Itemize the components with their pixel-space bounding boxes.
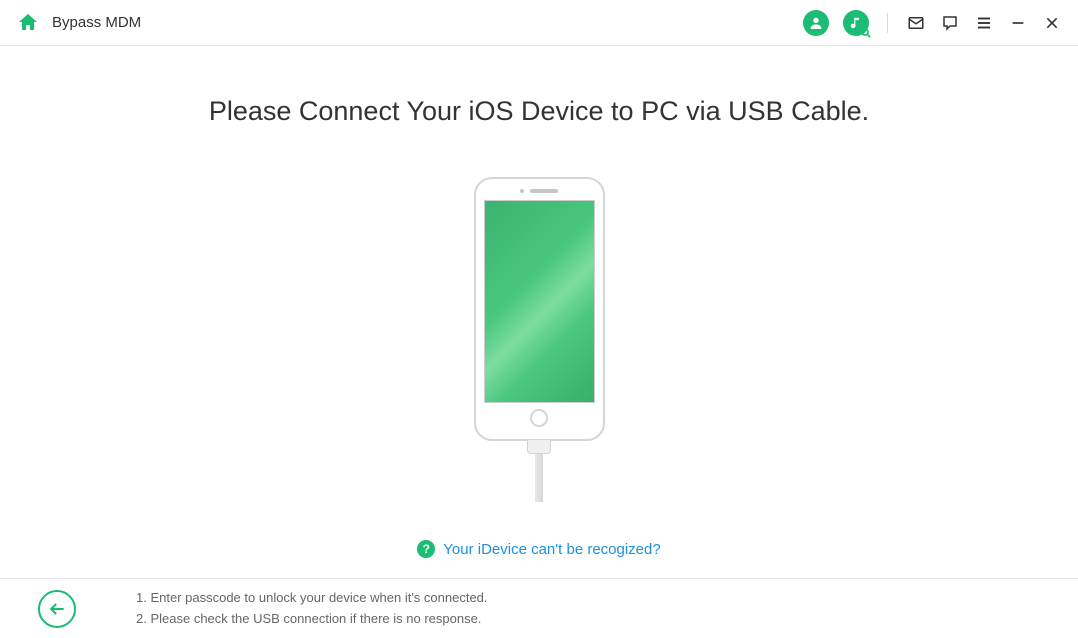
instruction-step-1: 1. Enter passcode to unlock your device … [136,588,488,609]
footer: 1. Enter passcode to unlock your device … [0,578,1078,638]
music-search-icon[interactable] [843,10,869,36]
usb-connector [527,440,551,454]
phone-camera-dot [520,189,524,193]
instruction-step-2: 2. Please check the USB connection if th… [136,609,488,630]
feedback-icon[interactable] [940,13,960,33]
usb-cable [535,454,543,502]
titlebar-divider [887,13,888,33]
help-link[interactable]: ? Your iDevice can't be recogized? [417,540,660,558]
app-title: Bypass MDM [52,14,141,31]
titlebar: Bypass MDM [0,0,1078,46]
main-heading: Please Connect Your iOS Device to PC via… [209,96,869,127]
phone-speaker [530,189,558,193]
phone-speaker-area [520,189,558,193]
menu-icon[interactable] [974,13,994,33]
account-icon[interactable] [803,10,829,36]
help-link-text: Your iDevice can't be recogized? [443,541,660,558]
footer-instructions: 1. Enter passcode to unlock your device … [136,588,488,630]
phone-home-button [530,409,548,427]
mail-icon[interactable] [906,13,926,33]
titlebar-right [803,10,1062,36]
phone-outline [474,177,605,441]
device-illustration [474,177,605,502]
main-content: Please Connect Your iOS Device to PC via… [0,46,1078,578]
back-button[interactable] [38,590,76,628]
titlebar-left: Bypass MDM [16,11,141,35]
question-mark-icon: ? [417,540,435,558]
close-icon[interactable] [1042,13,1062,33]
phone-screen [484,200,595,403]
home-icon[interactable] [16,11,40,35]
minimize-icon[interactable] [1008,13,1028,33]
